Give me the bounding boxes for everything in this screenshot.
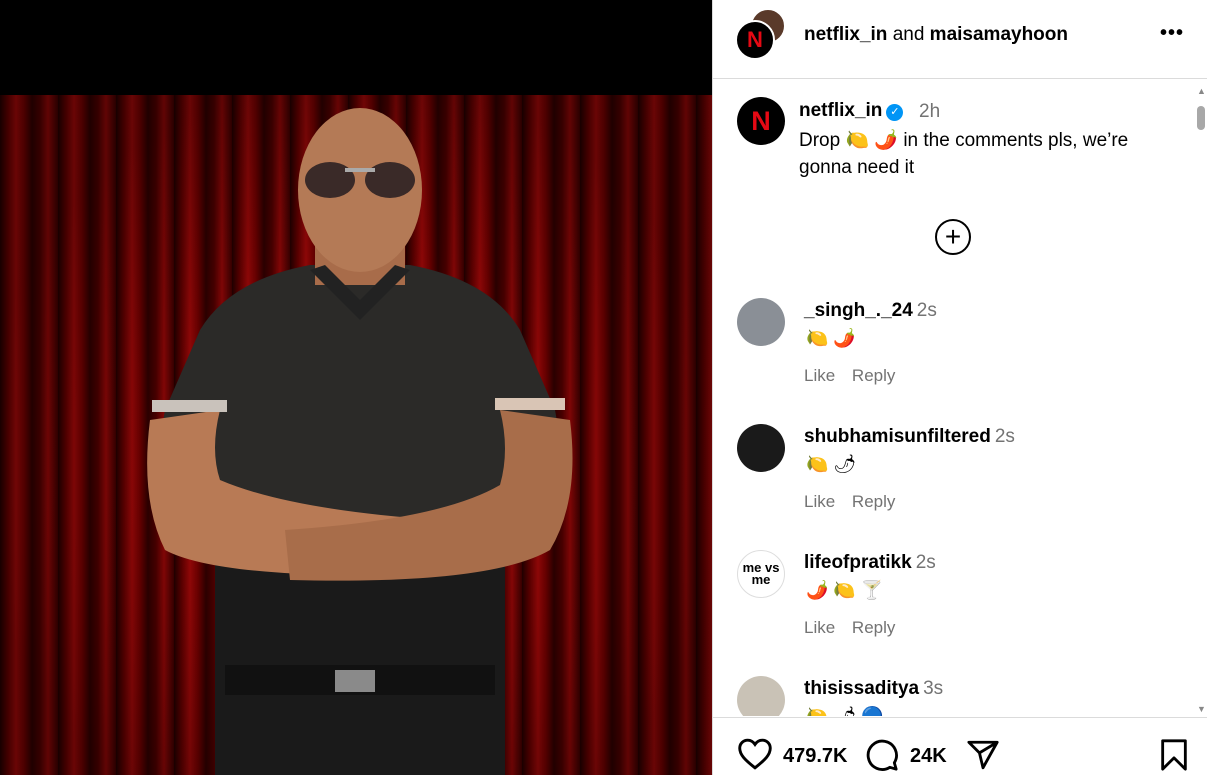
post-photo-person: [147, 108, 573, 775]
comments-scrollbar[interactable]: ▲ ▼: [1195, 80, 1207, 716]
netflix-logo-icon: N: [751, 105, 771, 136]
comment-avatar[interactable]: [737, 676, 785, 716]
scroll-thumb[interactable]: [1197, 106, 1205, 130]
comment-timestamp[interactable]: 2s: [916, 552, 936, 573]
avatar-logo-text: me vs me: [742, 560, 780, 587]
comment-avatar[interactable]: me vs me: [737, 550, 785, 598]
comment-timestamp[interactable]: 2s: [995, 426, 1015, 447]
reply-comment-button[interactable]: Reply: [852, 366, 895, 385]
comment-body: 🍋 🌶️: [806, 328, 856, 348]
share-icon[interactable]: [965, 738, 1001, 772]
comment-username[interactable]: lifeofpratikk 2s: [804, 552, 936, 574]
comment-actions: Like Reply: [804, 492, 907, 512]
caption-avatar[interactable]: N: [737, 97, 785, 145]
comment-avatar[interactable]: [737, 298, 785, 346]
scroll-down-arrow-icon[interactable]: ▼: [1197, 704, 1206, 714]
post-details-panel: N netflix_in and maisamayhoon ••• N netf…: [712, 0, 1207, 775]
scroll-up-arrow-icon[interactable]: ▲: [1197, 86, 1206, 96]
comment-actions: Like Reply: [804, 366, 907, 386]
comment-actions: Like Reply: [804, 618, 907, 638]
comment-body: 🍋 🌶: [806, 454, 857, 474]
netflix-logo-icon: N: [747, 27, 763, 52]
collab-avatar-netflix[interactable]: N: [735, 20, 775, 60]
comment-item: me vs me lifeofpratikk 2s 🌶️ 🍋 🍸 Like Rep…: [713, 550, 1193, 660]
reply-comment-button[interactable]: Reply: [852, 492, 895, 511]
comment-avatar[interactable]: [737, 424, 785, 472]
comment-username[interactable]: shubhamisunfiltered 2s: [804, 426, 1015, 448]
heart-icon[interactable]: [737, 738, 773, 770]
post-media[interactable]: [0, 0, 712, 775]
verified-badge-icon: ✓: [886, 104, 904, 121]
collab-title: netflix_in and maisamayhoon: [804, 24, 1068, 46]
header-user1-link[interactable]: netflix_in: [804, 24, 887, 45]
header-user2-link[interactable]: maisamayhoon: [930, 24, 1068, 45]
like-comment-button[interactable]: Like: [804, 618, 835, 637]
more-options-button[interactable]: •••: [1160, 22, 1184, 45]
comment-timestamp[interactable]: 3s: [923, 678, 943, 699]
caption-timestamp[interactable]: 2h: [919, 101, 940, 123]
caption-username-text: netflix_in: [799, 100, 883, 121]
likes-count[interactable]: 479.7K: [783, 745, 848, 768]
like-comment-button[interactable]: Like: [804, 366, 835, 385]
comment-item: shubhamisunfiltered 2s 🍋 🌶 Like Reply: [713, 424, 1193, 534]
comment-item: thisissaditya 3s 🍋 🌶 🔵: [713, 676, 1193, 716]
header-joiner: and: [892, 24, 925, 45]
comment-username[interactable]: thisissaditya 3s: [804, 678, 943, 700]
comment-username[interactable]: _singh_._24 2s: [804, 300, 937, 322]
caption-username[interactable]: netflix_in ✓: [799, 100, 904, 122]
comments-count[interactable]: 24K: [910, 745, 947, 768]
comment-body: 🍋 🌶 🔵: [806, 706, 884, 716]
reply-comment-button[interactable]: Reply: [852, 618, 895, 637]
post-actions-bar: 479.7K 24K: [713, 717, 1207, 775]
comment-item: _singh_._24 2s 🍋 🌶️ Like Reply: [713, 298, 1193, 408]
comment-icon[interactable]: [865, 738, 899, 772]
save-bookmark-icon[interactable]: [1159, 738, 1189, 772]
caption-text: Drop 🍋 🌶️ in the comments pls, we’re gon…: [799, 130, 1129, 178]
like-comment-button[interactable]: Like: [804, 492, 835, 511]
load-more-comments-button[interactable]: +: [935, 219, 971, 255]
post-header: N netflix_in and maisamayhoon •••: [713, 0, 1207, 79]
plus-circle-icon: +: [944, 221, 962, 252]
comment-timestamp[interactable]: 2s: [917, 300, 937, 321]
comment-body: 🌶️ 🍋 🍸: [806, 580, 884, 600]
